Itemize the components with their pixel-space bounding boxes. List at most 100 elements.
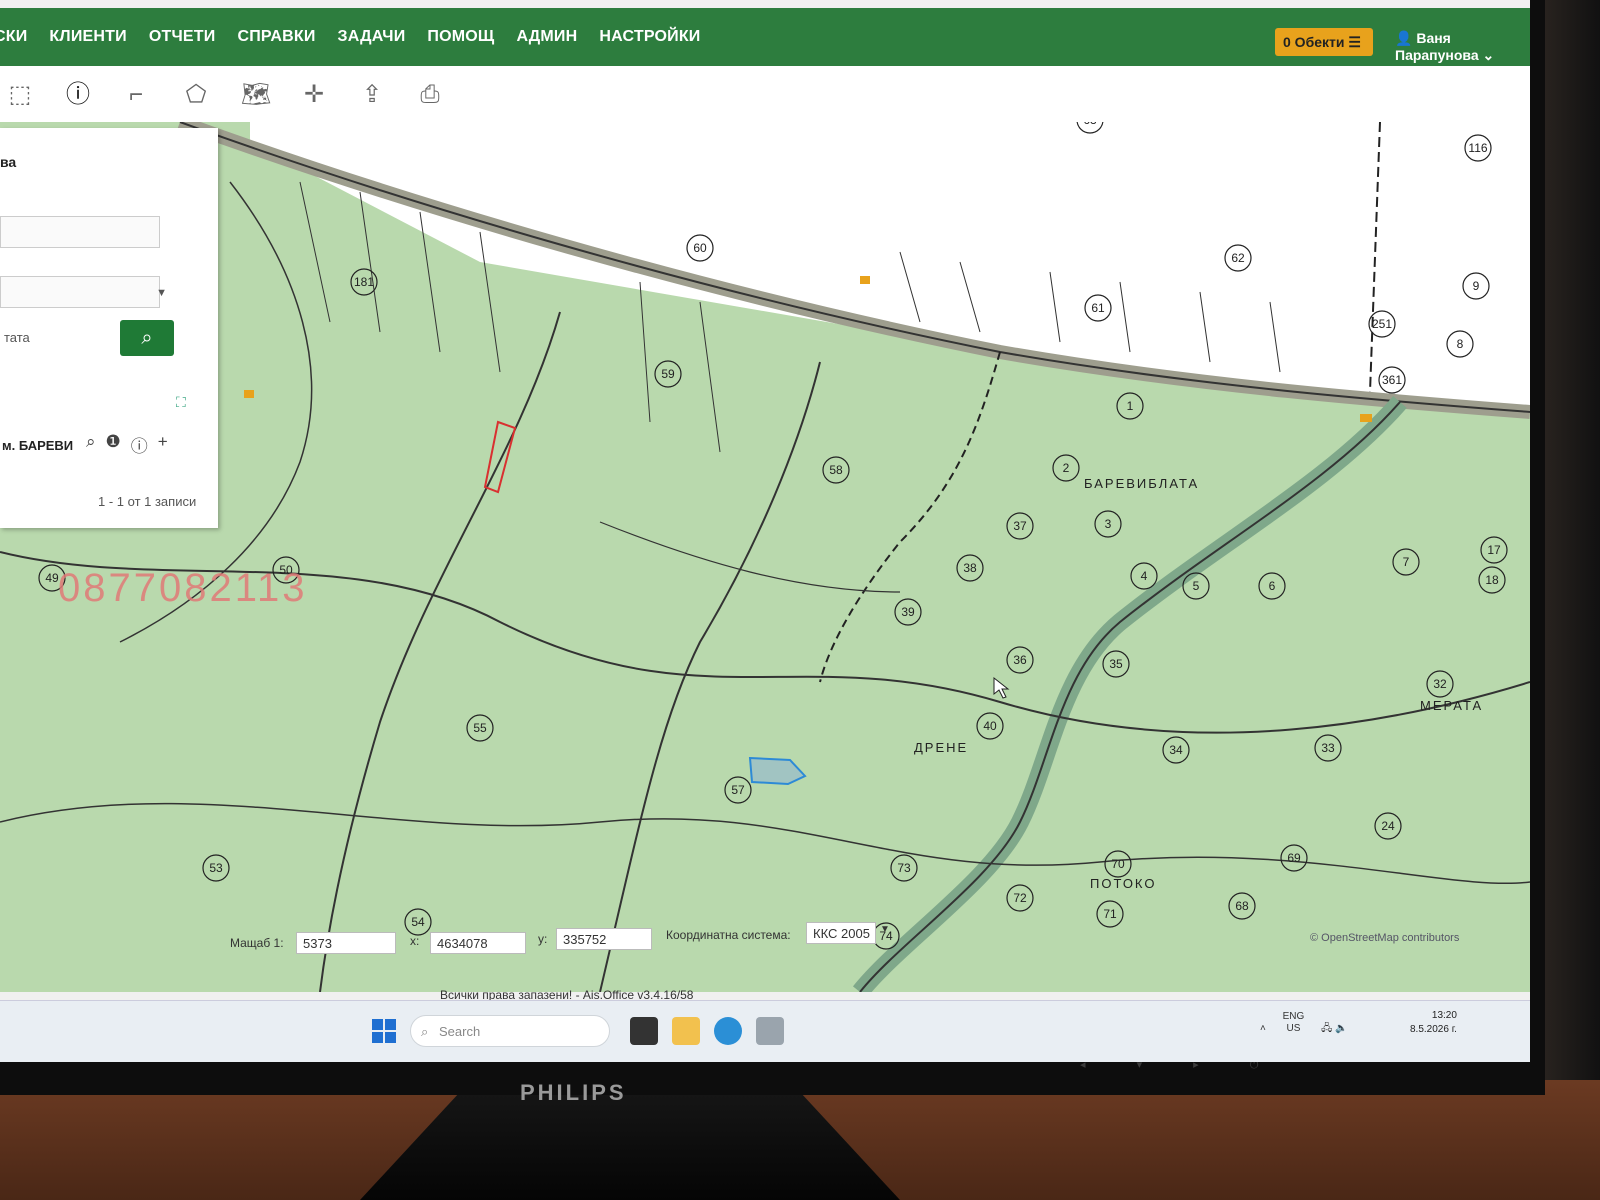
hamburger-icon: ☰ xyxy=(1348,34,1361,50)
parcel-label: 53 xyxy=(209,861,223,875)
user-menu[interactable]: 👤 Ваня Парапунова ⌄ xyxy=(1395,30,1530,64)
menu-item-ski[interactable]: СКИ xyxy=(0,28,27,46)
task-view-icon[interactable] xyxy=(630,1017,658,1045)
network-icon[interactable]: 🖧 xyxy=(1321,1023,1332,1034)
add-icon[interactable]: + xyxy=(158,432,168,457)
menu-item-admin[interactable]: АДМИН xyxy=(516,28,577,46)
chevron-down-icon[interactable]: ▼ xyxy=(880,924,890,935)
parcel-label: 38 xyxy=(963,561,977,575)
parcel-label: 71 xyxy=(1103,907,1117,921)
chevron-down-icon: ▼ xyxy=(156,287,167,299)
parcel-label: 72 xyxy=(1013,891,1027,905)
measure-area-icon[interactable]: ⬠ xyxy=(178,78,214,112)
parcel-label: 68 xyxy=(1235,899,1249,913)
taskbar-search[interactable]: ⌕ Search xyxy=(410,1015,610,1047)
parcel-label: 61 xyxy=(1091,301,1105,315)
crs-select[interactable]: ККС 2005 xyxy=(806,922,876,944)
background-wall xyxy=(1540,0,1600,1080)
menu-item-clients[interactable]: КЛИЕНТИ xyxy=(49,28,126,46)
menu-item-reports[interactable]: ОТЧЕТИ xyxy=(149,28,216,46)
layers-map-icon[interactable]: 🗺 xyxy=(238,78,274,112)
parcel-label: 7 xyxy=(1403,555,1410,569)
file-explorer-icon[interactable] xyxy=(672,1017,700,1045)
selected-parcel[interactable] xyxy=(748,756,807,786)
parcel-label: 6 xyxy=(1269,579,1276,593)
search-field-1[interactable] xyxy=(0,216,160,248)
windows-start-icon[interactable] xyxy=(372,1019,396,1043)
building-marker xyxy=(860,276,870,284)
phone-watermark: 0877082113 xyxy=(58,566,308,610)
info-icon[interactable]: ⓘ xyxy=(60,78,96,112)
app-icon[interactable] xyxy=(756,1017,784,1045)
parcel-label: 5 xyxy=(1193,579,1200,593)
scale-label: Мащаб 1: xyxy=(230,936,284,950)
volume-icon[interactable]: 🔈 xyxy=(1335,1023,1347,1034)
parcel-label: 1 xyxy=(1127,399,1134,413)
map-canvas[interactable]: 63 116 60 62 181 61 9 251 8 59 361 1 58 … xyxy=(0,122,1530,992)
result-actions: ⌕ ❶ ⓘ + xyxy=(86,432,168,457)
select-rectangle-icon[interactable]: ⬚ xyxy=(2,78,38,112)
scale-input[interactable]: 5373 xyxy=(296,932,396,954)
clock-date: 8.5.2026 г. xyxy=(1410,1024,1457,1035)
parcel-line xyxy=(599,521,901,593)
menu-item-settings[interactable]: НАСТРОЙКИ xyxy=(599,28,700,46)
crs-label: Координатна система: xyxy=(666,928,791,942)
cadastral-map[interactable]: 63 116 60 62 181 61 9 251 8 59 361 1 58 … xyxy=(0,122,1530,992)
top-navigation-bar: СКИ КЛИЕНТИ ОТЧЕТИ СПРАВКИ ЗАДАЧИ ПОМОЩ … xyxy=(0,8,1530,66)
menu-item-references[interactable]: СПРАВКИ xyxy=(237,28,315,46)
clock-time: 13:20 xyxy=(1431,1010,1457,1021)
panel-title: ва xyxy=(0,154,17,170)
monitor-brand: PHILIPS xyxy=(520,1080,627,1105)
map-attribution[interactable]: © OpenStreetMap contributors xyxy=(1310,932,1459,944)
building-marker xyxy=(1360,414,1372,422)
parcel-label: 251 xyxy=(1372,317,1392,331)
menu-item-tasks[interactable]: ЗАДАЧИ xyxy=(338,28,406,46)
x-coordinate-field[interactable]: 4634078 xyxy=(430,932,526,954)
parcel-label: 9 xyxy=(1473,279,1480,293)
result-count: 1 - 1 от 1 записи xyxy=(98,494,197,509)
locality-label: ПОТОКО xyxy=(1090,876,1156,891)
parcel-label: 54 xyxy=(411,915,425,929)
chevron-down-icon: ⌄ xyxy=(1482,47,1495,63)
parcel-label: 3 xyxy=(1105,517,1112,531)
parcel-label: 58 xyxy=(829,463,843,477)
print-icon[interactable]: ⎙ xyxy=(412,78,448,112)
parcel-label: 55 xyxy=(473,721,487,735)
result-label[interactable]: м. БАРЕВИ xyxy=(2,438,73,453)
expand-icon[interactable]: ⛶ xyxy=(176,394,186,411)
parcel-label: 181 xyxy=(354,275,374,289)
locality-label: ДРЕНЕ xyxy=(914,740,968,755)
search-panel: ва ▼ тата ⌕ ⛶ м. БАРЕВИ ⌕ ❶ ⓘ + 1 - 1 от… xyxy=(0,128,218,528)
taskbar-clock[interactable]: 13:20 8.5.2026 г. xyxy=(1410,1009,1457,1037)
measure-distance-icon[interactable]: ⌐ xyxy=(118,78,154,112)
info-icon[interactable]: ❶ xyxy=(106,432,121,457)
parcel-label: 60 xyxy=(693,241,707,255)
language-indicator[interactable]: ENG US xyxy=(1283,1011,1305,1035)
language-code: ENG xyxy=(1282,1011,1305,1022)
keyboard-layout: US xyxy=(1286,1023,1301,1034)
search-icon: ⌕ xyxy=(141,327,153,349)
parcel-label: 63 xyxy=(1083,122,1097,127)
building-marker xyxy=(244,390,254,398)
export-icon[interactable]: ⇪ xyxy=(354,78,390,112)
parcel-label: 34 xyxy=(1169,743,1183,757)
chevron-up-icon[interactable]: ˄ xyxy=(1260,1023,1266,1034)
parcel-label: 69 xyxy=(1287,851,1301,865)
parcel-label: 39 xyxy=(901,605,915,619)
search-button[interactable]: ⌕ xyxy=(120,320,174,356)
search-select[interactable]: ▼ xyxy=(0,276,167,308)
objects-button[interactable]: 0 Обекти ☰ xyxy=(1275,28,1373,56)
y-coordinate-field[interactable]: 335752 xyxy=(556,928,652,950)
parcel-label: 70 xyxy=(1111,857,1125,871)
crosshair-icon[interactable]: ✛ xyxy=(296,78,332,112)
search-hint: тата xyxy=(4,330,30,345)
menu-item-help[interactable]: ПОМОЩ xyxy=(427,28,494,46)
main-menu: СКИ КЛИЕНТИ ОТЧЕТИ СПРАВКИ ЗАДАЧИ ПОМОЩ … xyxy=(0,28,701,46)
map-toolbar: ⬚ ⓘ ⌐ ⬠ 🗺 ✛ ⇪ ⎙ xyxy=(0,66,1530,123)
edge-browser-icon[interactable] xyxy=(714,1017,742,1045)
parcel-label: 8 xyxy=(1457,337,1464,351)
details-icon[interactable]: ⓘ xyxy=(131,432,148,457)
zoom-search-icon[interactable]: ⌕ xyxy=(86,432,96,457)
user-icon: 👤 xyxy=(1395,30,1413,46)
parcel-line xyxy=(0,802,1530,885)
